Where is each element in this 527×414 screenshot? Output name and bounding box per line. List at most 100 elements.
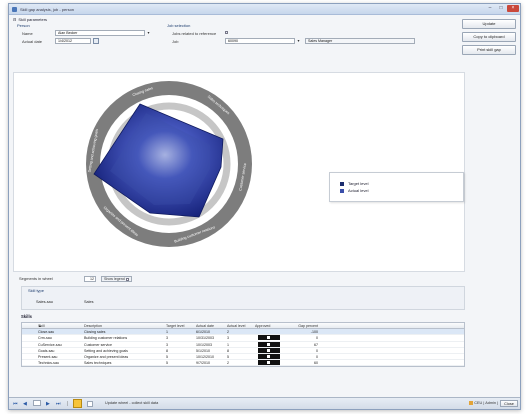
close-button[interactable]: Close (500, 400, 518, 407)
description-cell: Customer service (84, 342, 112, 347)
description-cell: Organize and present ideas (84, 354, 129, 359)
segments-in-wheel-field[interactable]: 12 (84, 276, 96, 282)
copy-to-clipboard-button[interactable]: Copy to clipboard (462, 32, 516, 42)
app-icon (12, 7, 17, 12)
name-dropdown-icon[interactable]: ▾ (146, 30, 151, 36)
actual-level-cell: 8 (227, 348, 229, 353)
col-skill[interactable]: Skill ▲ (38, 323, 80, 329)
skill-wheel-chart: Closing sales Sales techniques Customer se… (13, 72, 465, 272)
jobs-related-label: Jobs related to reference (172, 31, 217, 36)
action-pane: Update Copy to clipboard Print skill gap (462, 19, 516, 58)
print-skill-gap-button[interactable]: Print skill gap (462, 45, 516, 55)
actual-date-cell: 10/31/2003 (196, 336, 214, 341)
actual-level-cell: 2 (227, 330, 229, 335)
target-level-cell: 3 (166, 342, 168, 347)
gap-percent-cell: -100 (310, 330, 318, 335)
gap-percent-cell: 0 (316, 354, 318, 359)
actual-date-cell: 10/1/2003 (196, 342, 212, 347)
actual-date-cell: 5/1/2010 (196, 348, 210, 353)
actual-date-cell: 10/12/2010 (196, 354, 214, 359)
window-title: Skill gap analysis, job - person (20, 7, 75, 12)
collapse-icon[interactable]: ⊟ (13, 17, 16, 22)
lock-icon (469, 401, 474, 405)
col-approved[interactable]: Approved (255, 323, 283, 329)
skill-type-title: Skill type (28, 288, 45, 293)
app-window: Skill gap analysis, job - person – □ × U… (8, 3, 521, 410)
show-legend-checkbox[interactable]: Show legend (101, 276, 132, 282)
show-legend-checkmark-icon (125, 277, 129, 281)
skills-section-label: Skills (21, 314, 32, 319)
close-icon[interactable]: × (507, 5, 519, 12)
approved-checkbox[interactable] (258, 360, 280, 366)
skill-type-panel: Skill type Sales-sau Sales (21, 286, 465, 310)
legend-target-label: Target level (348, 181, 369, 186)
job-selection-title: Job selection (167, 23, 191, 28)
approved-checkbox[interactable] (258, 347, 280, 353)
col-gap-percent[interactable]: Gap percent (289, 323, 318, 329)
skill-cell: Technics-sau (38, 361, 59, 366)
target-level-cell: 5 (166, 361, 168, 366)
gap-percent-cell: 67 (314, 342, 318, 347)
chart-legend: Target level Actual level (329, 172, 464, 202)
name-label: Name (22, 31, 33, 36)
skill-type-name: Sales (84, 300, 94, 304)
actual-level-cell: 5 (227, 354, 229, 359)
record-index-field[interactable] (33, 400, 41, 406)
target-level-swatch (340, 181, 344, 186)
gap-percent-cell: 0 (316, 348, 318, 353)
actual-date-cell: 6/1/2010 (196, 330, 210, 335)
gap-percent-cell: 60 (314, 361, 318, 366)
status-session: CEU | Admin | (469, 401, 498, 405)
actual-level-cell: 2 (227, 361, 229, 366)
description-cell: Setting and achieving goals (84, 348, 128, 353)
jobs-related-checkbox[interactable] (225, 31, 228, 34)
minimize-icon[interactable]: – (485, 5, 495, 12)
skills-grid-body: Close-sau Closing sales 1 6/1/2010 2 -100 Crm-… (22, 329, 464, 367)
approved-checkbox[interactable] (258, 353, 280, 359)
approved-checkbox[interactable] (258, 341, 280, 347)
first-record-icon[interactable]: ⏮ (13, 401, 18, 407)
actual-date-field[interactable]: 1/4/2012 (55, 38, 91, 44)
approved-checkbox[interactable] (258, 335, 280, 341)
job-name-field: Sales Manager (305, 38, 415, 44)
actual-date-cell: 9/7/2010 (196, 361, 210, 366)
status-checkbox[interactable] (87, 401, 93, 407)
skill-cell: Goals-sau (38, 348, 55, 353)
edit-mode-icon[interactable] (73, 399, 82, 408)
separator: | (67, 401, 69, 407)
skill-parameters-header[interactable]: ⊟ Skill parameters (13, 17, 47, 22)
target-level-cell: 5 (166, 354, 168, 359)
skill-cell: Present-sau (38, 354, 58, 359)
target-level-cell: 1 (166, 330, 168, 335)
col-description[interactable]: Description (84, 323, 166, 329)
actual-level-swatch (340, 188, 344, 193)
status-message: Update wheel - collect skill data (105, 401, 159, 405)
col-actual-level[interactable]: Actual level (227, 323, 247, 329)
previous-record-icon[interactable]: ◀ (23, 401, 27, 407)
next-record-icon[interactable]: ▶ (46, 401, 50, 407)
target-level-cell: 8 (166, 348, 168, 353)
job-label: Job (172, 39, 179, 44)
skill-type-code[interactable]: Sales-sau (36, 300, 53, 304)
col-target-level[interactable]: Target level (166, 323, 186, 329)
skills-grid-row[interactable]: Technics-sau Sales techniques 5 9/7/2010 2 60 (22, 360, 464, 367)
status-bar: ⏮ ◀ ▶ ⏭ | Update wheel - collect skill d… (9, 397, 520, 409)
skill-cell: CuService-sau (38, 342, 62, 347)
description-cell: Sales techniques (84, 361, 112, 366)
title-bar: Skill gap analysis, job - person – □ × (9, 4, 520, 15)
description-cell: Closing sales (84, 330, 106, 335)
skill-cell: Crm-sau (38, 336, 52, 341)
legend-actual-label: Actual level (348, 188, 369, 193)
segments-in-wheel-label: Segments in wheel (19, 276, 53, 281)
job-dropdown-icon[interactable]: ▾ (296, 38, 301, 44)
calendar-icon[interactable] (93, 38, 99, 44)
description-cell: Building customer relations (84, 336, 128, 341)
actual-level-cell: 1 (227, 342, 229, 347)
last-record-icon[interactable]: ⏭ (56, 401, 61, 407)
job-field[interactable]: 60090 (225, 38, 295, 44)
col-actual-date[interactable]: Actual date (196, 323, 226, 329)
name-field[interactable]: Alan Becker (55, 30, 145, 36)
maximize-icon[interactable]: □ (496, 5, 506, 12)
actual-level-cell: 3 (227, 336, 229, 341)
update-button[interactable]: Update (462, 19, 516, 29)
